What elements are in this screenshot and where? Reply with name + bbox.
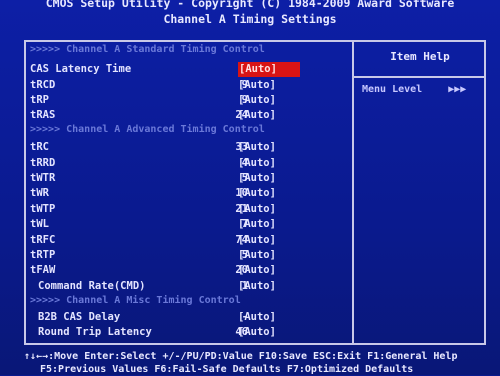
copyright-title: CMOS Setup Utility - Copyright (C) 1984-…	[45, 0, 455, 10]
key-help-footer: ↑↓←→:Move Enter:Select +/-/PU/PD:Value F…	[0, 348, 500, 375]
item-help-title: Item Help	[390, 50, 450, 63]
setting-option[interactable]: [Auto]	[238, 140, 298, 155]
setting-label: tRRD	[30, 157, 56, 169]
menu-level-label: Menu Level	[362, 84, 423, 95]
setting-option[interactable]: [Auto]	[238, 171, 298, 186]
setting-option[interactable]: [Auto]	[238, 156, 298, 171]
setting-option-selected[interactable]: [Auto]	[238, 62, 300, 77]
setting-option[interactable]: [Auto]	[238, 78, 298, 93]
bios-screen: CMOS Setup Utility - Copyright (C) 1984-…	[0, 0, 500, 375]
setting-option[interactable]: [Auto]	[238, 325, 298, 340]
setting-option[interactable]: [Auto]	[238, 186, 298, 201]
setting-option[interactable]: [Auto]	[238, 263, 298, 278]
setting-label: Round Trip Latency	[38, 326, 152, 338]
menu-level: Menu Level ▶▶▶	[362, 84, 466, 95]
section-misc-timing: >>>>> Channel A Misc Timing Control	[30, 295, 241, 306]
footer-keys-line2: F5:Previous Values F6:Fail-Safe Defaults…	[40, 364, 414, 375]
panel-divider	[352, 40, 354, 345]
setting-label: tWTP	[30, 203, 56, 215]
setting-option[interactable]: [Auto]	[238, 310, 298, 325]
setting-label: tWR	[30, 187, 49, 199]
setting-option[interactable]: [Auto]	[238, 233, 298, 248]
setting-label: tRFC	[30, 234, 56, 246]
setting-option[interactable]: [Auto]	[238, 108, 298, 123]
setting-label: Command Rate(CMD)	[38, 280, 146, 292]
setting-label: B2B CAS Delay	[38, 311, 121, 323]
section-advanced-timing: >>>>> Channel A Advanced Timing Control	[30, 124, 265, 135]
setting-label: tFAW	[30, 264, 56, 276]
setting-option[interactable]: [Auto]	[238, 279, 298, 294]
setting-label: tRAS	[30, 109, 56, 121]
menu-level-arrows-icon: ▶▶▶	[448, 84, 467, 95]
setting-option[interactable]: [Auto]	[238, 202, 298, 217]
setting-label: CAS Latency Time	[30, 63, 132, 75]
title-bar: CMOS Setup Utility - Copyright (C) 1984-…	[0, 0, 500, 38]
section-standard-timing: >>>>> Channel A Standard Timing Control	[30, 44, 265, 55]
setting-label: tRTP	[30, 249, 56, 261]
setting-label: tRC	[30, 141, 49, 153]
setting-option[interactable]: [Auto]	[238, 217, 298, 232]
setting-label: tRP	[30, 94, 49, 106]
help-divider	[354, 76, 486, 78]
page-title: Channel A Timing Settings	[163, 12, 337, 26]
setting-label: tRCD	[30, 79, 56, 91]
setting-label: tWTR	[30, 172, 56, 184]
setting-option[interactable]: [Auto]	[238, 248, 298, 263]
setting-option[interactable]: [Auto]	[238, 93, 298, 108]
setting-label: tWL	[30, 218, 49, 230]
footer-keys-line1: ↑↓←→:Move Enter:Select +/-/PU/PD:Value F…	[24, 351, 458, 362]
